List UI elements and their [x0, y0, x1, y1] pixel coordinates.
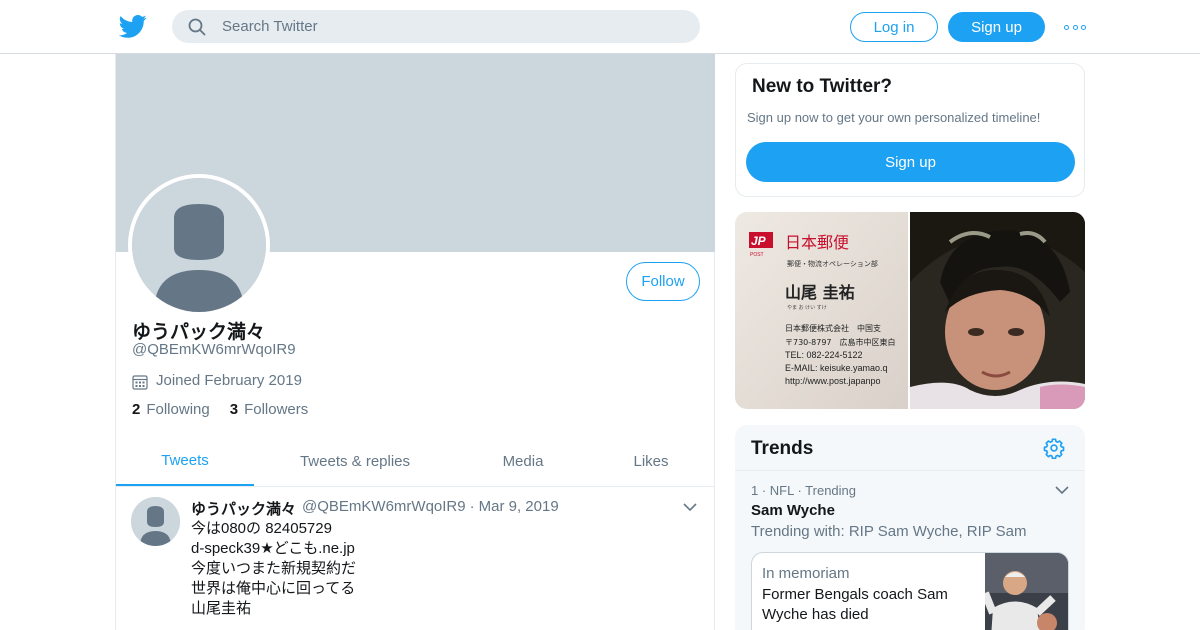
tab-tweets-replies[interactable]: Tweets & replies	[280, 437, 430, 486]
trend-meta: 1 · NFL · Trending	[751, 483, 857, 498]
person-photo[interactable]	[910, 212, 1085, 409]
tab-likes[interactable]: Likes	[616, 437, 686, 486]
news-card-photo	[985, 553, 1068, 630]
top-bar: Log in Sign up	[0, 0, 1200, 54]
media-grid[interactable]: JP POST 日本郵便 郵便・物流オペレーション部 山尾 圭祐 やま お けい…	[735, 212, 1085, 409]
chevron-down-icon[interactable]	[683, 502, 697, 512]
default-avatar-icon	[131, 497, 180, 546]
new-to-twitter-card: New to Twitter? Sign up now to get your …	[735, 63, 1085, 197]
news-card-label: In memoriam	[762, 565, 850, 582]
trend-with: Trending with: RIP Sam Wyche, RIP Sam	[751, 523, 1027, 540]
tab-media[interactable]: Media	[486, 437, 560, 486]
signup-card-title: New to Twitter?	[752, 76, 893, 97]
gear-icon[interactable]	[1043, 437, 1065, 459]
svg-text:郵便・物流オペレーション部: 郵便・物流オペレーション部	[787, 259, 878, 268]
followers-link[interactable]: 3 Followers	[230, 401, 309, 418]
tweet-date[interactable]: Mar 9, 2019	[479, 498, 559, 519]
followers-count: 3	[229, 401, 239, 418]
tweet-author-handle[interactable]: @QBEmKW6mrWqoIR9	[302, 498, 466, 519]
tweet-item[interactable]: ゆうパック満々 @QBEmKW6mrWqoIR9 · Mar 9, 2019 今…	[116, 487, 715, 630]
svg-text:日本郵便株式会社 中国支: 日本郵便株式会社 中国支	[785, 323, 881, 333]
svg-text:TEL: 082-224-5122: TEL: 082-224-5122	[785, 350, 863, 360]
login-button[interactable]: Log in	[850, 12, 938, 42]
tweet-author-name[interactable]: ゆうパック満々	[191, 498, 296, 519]
tweet-text: 今は080の 82405729 d-speck39★どこも.ne.jp 今度いつ…	[191, 519, 691, 619]
signup-button[interactable]: Sign up	[948, 12, 1045, 42]
tab-tweets[interactable]: Tweets	[116, 437, 254, 486]
trends-divider	[735, 470, 1085, 471]
tweet-line: 今度いつまた新規契約だ	[191, 560, 357, 577]
profile-handle[interactable]: @QBEmKW6mrWqoIR9	[132, 341, 296, 358]
follow-button[interactable]: Follow	[626, 262, 700, 301]
joined-date: Joined February 2019	[132, 370, 302, 390]
svg-text:山尾 圭祐: 山尾 圭祐	[785, 283, 855, 302]
profile-display-name: ゆうパック満々	[132, 322, 266, 343]
trend-news-card[interactable]: In memoriam Former Bengals coach Sam Wyc…	[751, 552, 1069, 630]
profile-column: Follow ゆうパック満々 @QBEmKW6mrWqoIR9 Joined F…	[115, 54, 715, 630]
calendar-icon	[132, 375, 148, 390]
trend-name[interactable]: Sam Wyche	[751, 502, 835, 519]
following-link[interactable]: 2 Following	[132, 401, 210, 418]
signup-card-button[interactable]: Sign up	[746, 142, 1075, 182]
profile-stats: 2 Following 3 Followers	[132, 401, 328, 418]
svg-text:日本郵便: 日本郵便	[785, 233, 849, 252]
trends-title: Trends	[751, 438, 814, 459]
tweet-header: ゆうパック満々 @QBEmKW6mrWqoIR9 · Mar 9, 2019	[191, 498, 559, 519]
tweet-avatar[interactable]	[131, 497, 180, 546]
search-icon	[188, 18, 206, 36]
search-bar[interactable]	[172, 10, 700, 43]
signup-card-subtitle: Sign up now to get your own personalized…	[747, 110, 1041, 125]
followers-label: Followers	[244, 401, 309, 418]
chevron-down-icon[interactable]	[1055, 485, 1069, 495]
svg-text:JP: JP	[751, 234, 767, 248]
tweet-separator: ·	[469, 498, 475, 515]
following-count: 2	[132, 401, 141, 418]
tweet-line: 世界は俺中心に回ってる	[191, 580, 356, 597]
profile-tabs: Tweets Tweets & replies Media Likes	[116, 437, 715, 487]
svg-text:やま お けい すけ: やま お けい すけ	[787, 304, 827, 311]
news-card-headline: Former Bengals coach Sam Wyche has died	[762, 586, 948, 623]
svg-text:〒730-8797 広島市中区東白: 〒730-8797 広島市中区東白	[785, 337, 896, 347]
joined-text: Joined February 2019	[156, 371, 302, 389]
business-card-photo[interactable]: JP POST 日本郵便 郵便・物流オペレーション部 山尾 圭祐 やま お けい…	[735, 212, 908, 409]
svg-text:E-MAIL: keisuke.yamao.q: E-MAIL: keisuke.yamao.q	[785, 363, 888, 373]
following-label: Following	[146, 401, 210, 418]
more-icon[interactable]	[1064, 18, 1086, 36]
default-avatar-icon	[132, 178, 266, 312]
tweet-line: 今は080の 82405729	[191, 520, 332, 537]
twitter-logo-icon[interactable]	[119, 12, 147, 40]
svg-text:POST: POST	[750, 252, 764, 258]
tweet-line: 山尾圭祐	[191, 600, 252, 617]
search-input[interactable]	[222, 10, 682, 43]
svg-text:http://www.post.japanpo: http://www.post.japanpo	[785, 376, 881, 386]
profile-avatar[interactable]	[128, 174, 270, 316]
tweet-line: d-speck39★どこも.ne.jp	[191, 540, 355, 557]
trends-panel: Trends 1 · NFL · Trending Sam Wyche Tren…	[735, 425, 1085, 630]
